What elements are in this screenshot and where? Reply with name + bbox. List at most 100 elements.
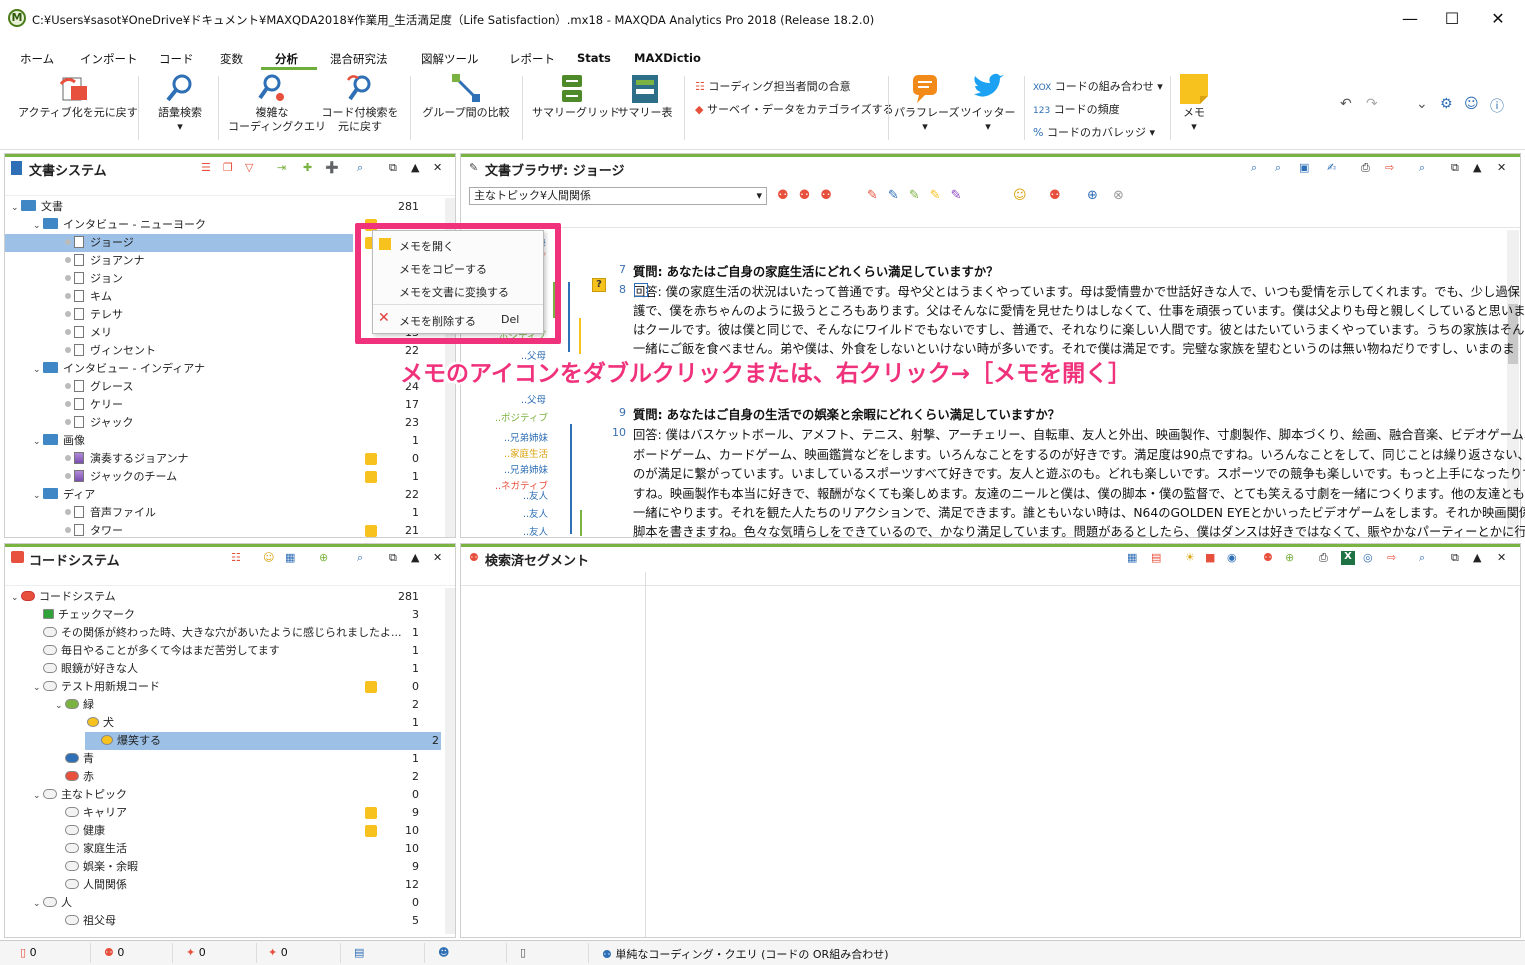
code-row[interactable]: 娯楽・余暇 9 <box>5 858 441 876</box>
code-row[interactable]: 青1 <box>5 750 441 768</box>
expand-triangle-icon[interactable]: ⌄ <box>33 679 43 697</box>
memo-button[interactable]: メモ ▾ <box>1176 72 1212 134</box>
tab-import[interactable]: インポート <box>80 51 138 67</box>
code-row[interactable]: 毎日やることが多くて今はまだ苦労してます 1 <box>5 642 441 660</box>
unlink-icon[interactable]: ⊗ <box>1113 188 1124 203</box>
twitter-button[interactable]: ツイッター ▾ <box>958 72 1018 134</box>
categorize-survey-button[interactable]: ◆ サーベイ・データをカテゴライズする <box>695 101 894 117</box>
add-code-icon[interactable]: ⊕ <box>1285 551 1299 565</box>
close-pane-icon[interactable]: ✕ <box>1497 551 1511 565</box>
document-row[interactable]: ジョージ <box>5 234 353 252</box>
highlighter-toolbar[interactable]: ✎✎✎✎✎ <box>867 188 972 203</box>
summary-grid-button[interactable]: サマリーグリッド <box>532 72 620 120</box>
table-icon[interactable]: ▦ <box>1127 551 1141 565</box>
doc-copy-icon[interactable]: ❐ <box>223 161 237 175</box>
doc-filter-icon[interactable]: ▽ <box>245 161 259 175</box>
expand-triangle-icon[interactable]: ⌄ <box>33 895 43 913</box>
undo-activation-button[interactable]: アクティブ化を元に戻す <box>18 72 138 120</box>
undock-icon[interactable]: ⧉ <box>1451 161 1465 175</box>
undock-icon[interactable]: ⧉ <box>1451 551 1465 565</box>
undo-code-search-button[interactable]: コード付検索を 元に戻す <box>318 72 402 134</box>
doc-tool-icon[interactable]: ☰ <box>201 161 215 175</box>
tab-visual-tools[interactable]: 図解ツール <box>421 51 479 67</box>
code-row[interactable]: 家庭生活 10 <box>5 840 441 858</box>
memo-icon[interactable] <box>365 471 377 483</box>
color-icon[interactable]: ■ <box>1205 551 1219 565</box>
memo-icon[interactable] <box>365 825 377 837</box>
summary-table-button[interactable]: サマリー表 <box>614 72 676 120</box>
undock-icon[interactable]: ⧉ <box>389 161 403 175</box>
expand-triangle-icon[interactable]: ⌄ <box>11 199 21 217</box>
complex-query-button[interactable]: 複雑な コーディングクエリ <box>228 72 326 134</box>
green-highlighter-icon[interactable]: ✎ <box>909 188 930 203</box>
close-pane-icon[interactable]: ✕ <box>433 161 447 175</box>
tab-codes[interactable]: コード <box>159 51 194 67</box>
collapse-icon[interactable]: ▲ <box>1473 161 1487 175</box>
question-memo-icon[interactable]: ? <box>592 278 606 292</box>
code-combination-button[interactable]: XOX コードの組み合わせ ▾ <box>1033 78 1163 94</box>
zoom-out-icon[interactable]: ⌕ <box>1251 161 1265 175</box>
expand-triangle-icon[interactable]: ⌄ <box>11 589 21 607</box>
search-icon[interactable]: ⌕ <box>357 161 371 175</box>
maximize-button[interactable]: ☐ <box>1432 6 1472 32</box>
code-tool-icon[interactable]: ☷ <box>231 551 245 565</box>
memo-icon[interactable] <box>365 681 377 693</box>
close-window-button[interactable]: ✕ <box>1478 6 1518 32</box>
code-row[interactable]: 祖父母 5 <box>5 912 441 930</box>
code-row[interactable]: 赤2 <box>5 768 441 786</box>
intercoder-agreement-button[interactable]: ☷ コーディング担当者間の合意 <box>695 78 851 94</box>
collapse-icon[interactable]: ▲ <box>411 551 425 565</box>
abc-icon[interactable]: ◉ <box>1227 551 1241 565</box>
expand-triangle-icon[interactable]: ⌄ <box>33 487 43 505</box>
code-system-root-row[interactable]: ⌄ コードシステム 281 <box>5 588 441 606</box>
expand-triangle-icon[interactable]: ⌄ <box>33 217 43 235</box>
search-icon[interactable]: ⌕ <box>1419 551 1433 565</box>
vertical-scrollbar[interactable] <box>445 588 455 934</box>
document-row[interactable]: ヴィンセント 22 <box>5 342 441 360</box>
new-doc-icon[interactable]: ✚ <box>303 161 317 175</box>
status-doc-icon[interactable]: ▯ <box>520 946 526 959</box>
paraphrase-button[interactable]: パラフレーズ ▾ <box>894 72 959 134</box>
margin-code-label[interactable]: ..家庭生活 <box>504 446 548 460</box>
collapse-icon[interactable]: ▲ <box>411 161 425 175</box>
new-code-icon[interactable]: ⊕ <box>319 551 333 565</box>
grid-icon[interactable]: ▤ <box>1151 551 1165 565</box>
memo-icon[interactable] <box>365 525 377 537</box>
new-folder-icon[interactable]: ➕ <box>325 161 339 175</box>
tab-reports[interactable]: レポート <box>509 51 555 67</box>
margin-code-label[interactable]: ..兄弟姉妹 <box>504 430 548 444</box>
excel-icon[interactable]: X <box>1341 551 1355 565</box>
link-icon[interactable]: ⊕ <box>1087 188 1098 203</box>
code-frequency-button[interactable]: 123 コードの頻度 <box>1033 101 1120 117</box>
code-row[interactable]: 眼鏡が好きな人 1 <box>5 660 441 678</box>
margin-code-label[interactable]: ..父母 <box>521 392 546 406</box>
smiley-icon[interactable]: ☺ <box>263 551 277 565</box>
tab-mixed-methods[interactable]: 混合研究法 <box>330 51 388 67</box>
print-icon[interactable]: ⎙ <box>1361 161 1375 175</box>
minimize-button[interactable]: — <box>1390 6 1430 32</box>
table-icon[interactable]: ▦ <box>285 551 299 565</box>
blue-highlighter-icon[interactable]: ✎ <box>888 188 909 203</box>
emoticode-icon[interactable]: ☺ <box>1013 188 1027 203</box>
expand-triangle-icon[interactable]: ⌄ <box>33 361 43 379</box>
export-icon[interactable]: ⇨ <box>1385 161 1399 175</box>
code-row[interactable]: ⌄ 緑 2 <box>5 696 441 714</box>
search-icon[interactable]: ⌕ <box>1419 161 1433 175</box>
tab-stats[interactable]: Stats <box>577 51 611 65</box>
group-compare-button[interactable]: グループ間の比較 <box>418 72 514 120</box>
export-icon[interactable]: ⇨ <box>1387 551 1401 565</box>
close-pane-icon[interactable]: ✕ <box>433 551 447 565</box>
tab-analysis[interactable]: 分析 <box>275 51 298 67</box>
code-dropdown[interactable]: 主なトピック¥人間関係 ▾ <box>469 187 767 205</box>
tab-home[interactable]: ホーム <box>20 51 54 67</box>
code-row[interactable]: その関係が終わった時、大きな穴があいたように感じられましたよ... 1 <box>5 624 441 642</box>
expand-triangle-icon[interactable]: ⌄ <box>33 433 43 451</box>
code-row[interactable]: チェックマーク 3 <box>5 606 441 624</box>
tab-variables[interactable]: 変数 <box>220 51 243 67</box>
purple-highlighter-icon[interactable]: ✎ <box>951 188 972 203</box>
globe-icon[interactable]: ◎ <box>1363 551 1377 565</box>
folder-row[interactable]: ⌄ インタビュー - インディアナ <box>5 360 441 378</box>
code-row[interactable]: 爆笑する 2 <box>85 732 441 750</box>
expand-triangle-icon[interactable]: ⌄ <box>33 787 43 805</box>
print-icon[interactable]: ⎙ <box>1319 551 1333 565</box>
